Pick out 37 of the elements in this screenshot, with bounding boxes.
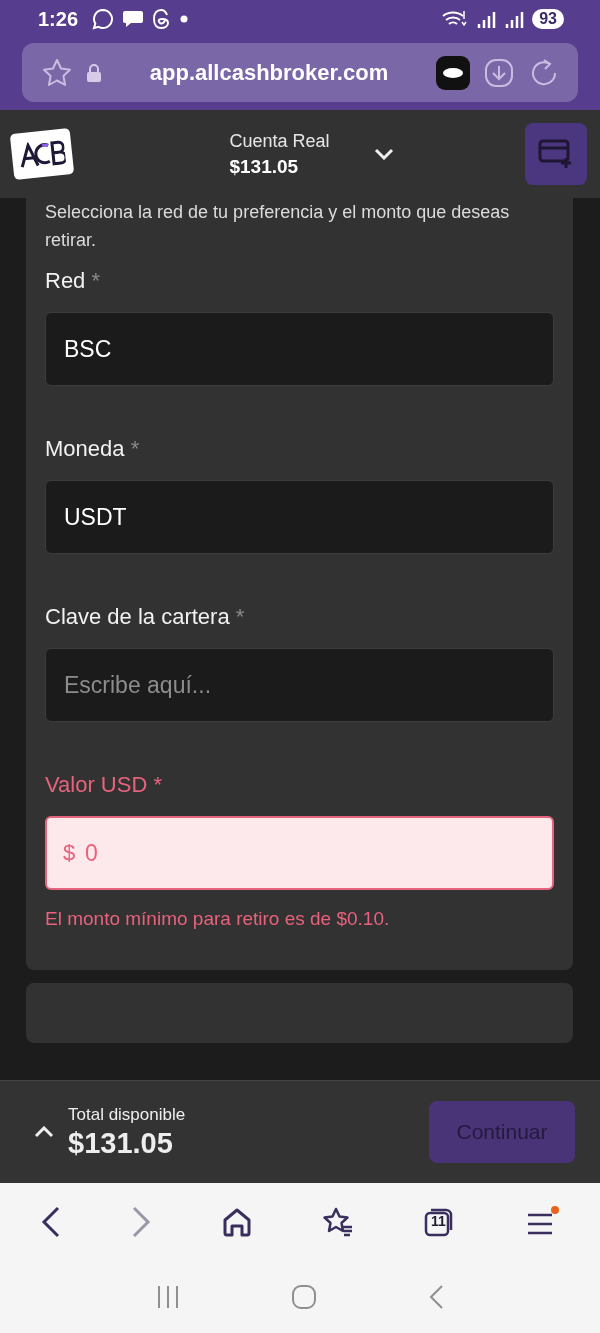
back-icon[interactable] <box>41 1205 62 1238</box>
signal-icon <box>504 10 525 28</box>
field-label: Valor USD * <box>45 772 163 798</box>
account-balance: $131.05 <box>229 155 300 178</box>
field-label: Clave de la cartera * <box>45 604 246 630</box>
input-field[interactable]: Escribe aquí... <box>45 648 554 722</box>
error-message: El monto mínimo para retiro es de $0.10. <box>45 908 391 930</box>
input-field[interactable]: BSC <box>45 312 554 386</box>
forward-icon[interactable] <box>131 1205 152 1238</box>
chat-icon <box>122 9 145 29</box>
logo-icon[interactable] <box>9 128 75 180</box>
bookmarks-icon[interactable] <box>322 1206 355 1237</box>
home-icon[interactable] <box>221 1206 252 1237</box>
dot-icon <box>180 15 189 23</box>
whatsapp-icon <box>92 8 115 30</box>
back-nav-icon[interactable] <box>428 1283 445 1310</box>
field-label: Red * <box>45 268 102 294</box>
chevron-down-icon[interactable] <box>373 148 394 160</box>
total-amount: $131.05 <box>68 1126 174 1160</box>
field-label: Moneda * <box>45 436 141 462</box>
currency-prefix: $ <box>63 840 76 866</box>
battery-level: 93 <box>532 9 564 29</box>
account-label: Cuenta Real <box>229 130 330 152</box>
total-label: Total disponible <box>68 1104 187 1125</box>
home-button-icon[interactable] <box>291 1283 317 1310</box>
recent-apps-icon[interactable] <box>155 1284 180 1309</box>
intro-text: Selecciona la red de tu preferencia y el monto que deseas retirar. <box>45 201 511 252</box>
input-field[interactable]: USDT <box>45 480 554 554</box>
chevron-up-icon[interactable] <box>34 1126 54 1138</box>
download-icon[interactable] <box>484 57 514 88</box>
star-icon[interactable] <box>42 57 72 88</box>
status-time: 1:26 <box>38 7 79 31</box>
signal-icon <box>476 10 497 28</box>
extension-icon[interactable] <box>436 55 470 90</box>
wifi-icon <box>442 9 469 29</box>
card-plus-icon <box>538 139 574 169</box>
lock-icon <box>86 62 102 83</box>
